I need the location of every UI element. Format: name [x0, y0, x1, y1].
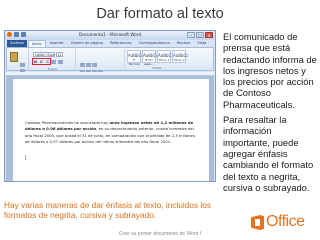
style-no-spacing: AaBbCcDc ¶ Sin espa... — [142, 50, 164, 66]
minimize-button: – — [187, 32, 195, 38]
side-paragraph-1: El comunicado de prensa que está redacta… — [223, 31, 317, 110]
styles-group-label: Estilos — [152, 66, 162, 70]
tab-correspondencia: Correspondencia — [138, 41, 170, 45]
side-text: El comunicado de prensa que está redacta… — [223, 31, 318, 197]
style-heading-2: AaBbCc Título 2 — [172, 50, 188, 63]
tab-archivo: Archivo — [7, 40, 27, 47]
window-controls: – □ × — [187, 32, 213, 38]
document-area: Contoso Pharmaceuticals ha anunciado hoy… — [6, 76, 214, 181]
office-logo: Office — [251, 213, 315, 235]
paste-icon — [10, 52, 18, 62]
styles-gallery: AaBbCcDc ¶ Normal AaBbCcDc ¶ Sin espa... A… — [127, 50, 188, 66]
maximize-button: □ — [196, 32, 204, 38]
tab-vista: Vista — [197, 41, 207, 45]
ribbon: Calibri (Cuerpo) 11 N K S Fuente AaBbCcD… — [6, 47, 214, 74]
text-cursor: | — [25, 155, 27, 161]
style-label: ¶ Sin espa... — [143, 58, 154, 66]
word-window-title: Documento1 - Microsoft Word — [78, 32, 142, 37]
tab-insertar: Insertar — [49, 41, 64, 45]
tab-inicio: Inicio — [27, 40, 46, 47]
tab-revisar: Revisar — [176, 41, 191, 45]
document-page: Contoso Pharmaceuticals ha anunciado hoy… — [13, 79, 209, 181]
document-text: Contoso Pharmaceuticals ha anunciado hoy… — [25, 120, 197, 145]
ribbon-tabs: Archivo Inicio Insertar Diseño de página… — [5, 40, 215, 47]
close-button: × — [205, 32, 213, 38]
format-buttons-highlight — [32, 58, 51, 65]
caption: Hay varias maneras de dar énfasis al tex… — [4, 200, 212, 221]
font-group-label: Fuente — [47, 67, 58, 71]
style-heading-1: AaBbC Título 1 — [157, 50, 171, 63]
paragraph-group — [77, 49, 125, 74]
style-label: Título 2 — [173, 58, 185, 62]
office-logo-text: Office — [266, 213, 305, 230]
font-group: Calibri (Cuerpo) 11 N K S Fuente — [30, 49, 76, 71]
word-title-bar: Documento1 - Microsoft Word – □ × — [5, 31, 215, 40]
office-logo-icon — [251, 215, 264, 230]
document-text-normal: Contoso Pharmaceuticals ha anunciado hoy — [25, 120, 110, 125]
font-color-icon — [51, 60, 56, 64]
slide-title: Dar formato al texto — [96, 6, 224, 22]
font-size-box: 11 — [56, 52, 63, 57]
style-label: Título 1 — [158, 58, 170, 62]
side-paragraph-2: Para resaltar la información importante,… — [223, 114, 314, 193]
word-window-screenshot: Documento1 - Microsoft Word – □ × Archiv… — [4, 30, 216, 182]
highlight-color-icon — [58, 60, 63, 64]
style-normal: AaBbCcDc ¶ Normal — [127, 50, 149, 66]
font-name-box: Calibri (Cuerpo) — [33, 52, 55, 57]
tab-diseno-pagina: Diseño de página — [70, 41, 104, 45]
clipboard-group — [7, 49, 29, 73]
tab-referencias: Referencias — [110, 41, 132, 45]
style-label: ¶ Normal — [128, 58, 140, 66]
